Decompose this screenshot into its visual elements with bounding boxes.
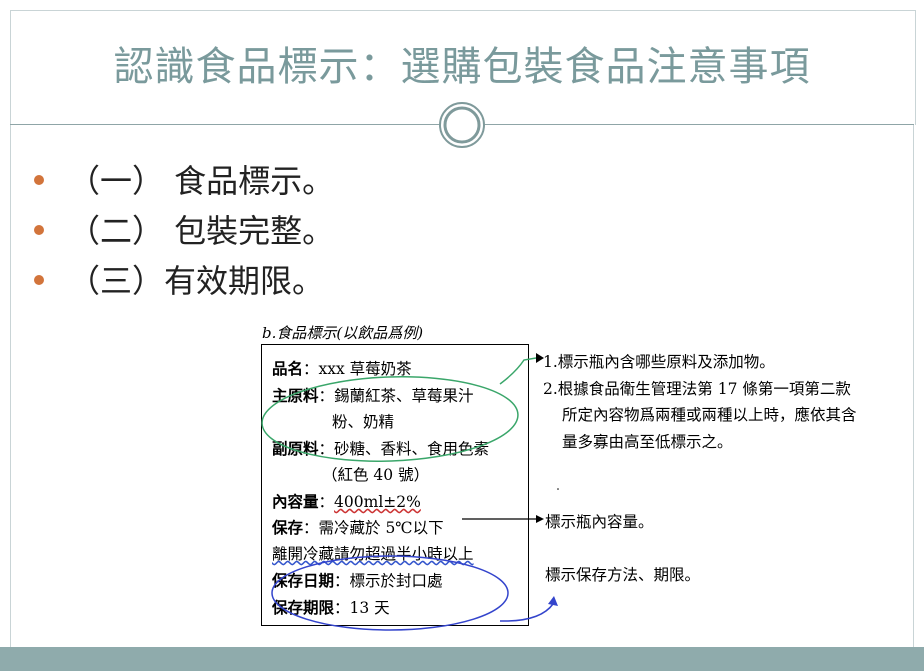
label-storage-key: 保存 [272,518,304,537]
bullet-text: （二） 包裝完整。 [68,212,335,250]
note-storage: 標示保存方法、期限。 [545,566,701,584]
bullet-text: （三）有效期限。 [68,262,325,300]
label-volume-value: 400ml±2% [334,493,421,511]
label-volume-key: 內容量 [272,492,319,511]
food-label-box: 品名：xxx 草莓奶茶 主原料：錫蘭紅茶、草莓果汁 粉、奶精 副原料：砂糖、香料… [261,344,529,626]
bullet-text: （一） 食品標示。 [68,162,335,200]
label-name-line: 品名：xxx 草莓奶茶 [272,357,412,379]
label-main-key: 主原料 [272,386,319,405]
label-main-value: ：錫蘭紅茶、草莓果汁 [318,387,474,405]
stray-dot [557,488,559,490]
note-volume: 標示瓶內容量。 [545,513,654,531]
label-storage-line: 保存：需冷藏於 5℃以下 [272,516,444,538]
bullet-dot-icon [34,225,44,235]
label-sub-key: 副原料 [272,439,319,458]
label-date-key: 保存日期 [272,571,335,590]
label-period-line: 保存期限：13 天 [272,596,390,618]
slide-border-right [913,124,914,647]
bullet-dot-icon [34,275,44,285]
slide: 認識食品標示：選購包裝食品注意事項 （一） 食品標示。 （二） 包裝完整。 （三… [0,0,924,671]
blue-arrow-icon [548,596,558,606]
label-sub-line: 副原料：砂糖、香料、食用色素 [272,437,489,459]
circle-ornament-icon [439,102,485,148]
label-sub-value-cont: （紅色 40 號） [322,466,430,484]
label-storage-line-2: 離開冷藏請勿超過半小時以上 [272,545,474,563]
bullet-dot-icon [34,175,44,185]
volume-arrow-icon [536,515,544,523]
note-law-line-2: 所定內容物爲兩種或兩種以上時，應依其含 [562,406,857,424]
label-period-value: ：13 天 [334,599,390,617]
label-name-value: ：xxx 草莓奶茶 [303,360,412,378]
slide-title: 認識食品標示：選購包裝食品注意事項 [113,44,811,90]
slide-border-left [10,124,11,647]
label-main-line: 主原料：錫蘭紅茶、草莓果汁 [272,384,474,406]
label-date-line: 保存日期：標示於封口處 [272,569,443,591]
label-sub-value: ：砂糖、香料、食用色素 [318,440,490,458]
label-main-value-cont: 粉、奶精 [332,413,395,431]
label-volume-line: 內容量：400ml±2% [272,490,421,512]
label-volume-sep: ： [318,493,335,511]
label-name-key: 品名 [272,359,304,378]
figure-caption: b.食品標示(以飲品爲例) [262,324,424,342]
label-period-key: 保存期限 [272,598,335,617]
note-law-line-3: 量多寡由高至低標示之。 [562,433,733,451]
label-date-value: ：標示於封口處 [334,572,443,590]
note-law-line-1: 2.根據食品衛生管理法第 17 條第一項第二款 [543,380,851,398]
label-storage-value: ：需冷藏於 5℃以下 [303,519,444,537]
note-ingredients: 1.標示瓶內含哪些原料及添加物。 [543,353,775,371]
bottom-bar [0,647,924,671]
